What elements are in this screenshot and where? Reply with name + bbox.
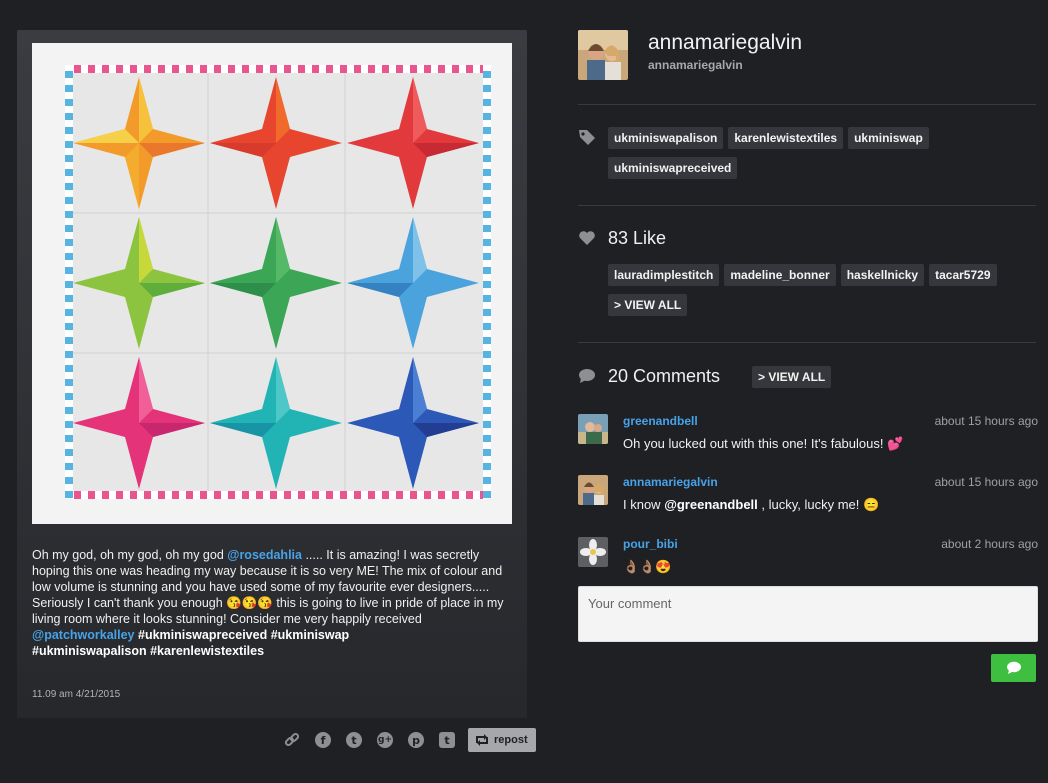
send-comment-button[interactable] xyxy=(991,654,1036,682)
post-card: Oh my god, oh my god, oh my god @rosedah… xyxy=(17,30,527,718)
twitter-icon[interactable]: t xyxy=(344,730,364,750)
emoji: 💕 xyxy=(887,436,904,451)
heart-icon xyxy=(578,229,596,247)
commenter-avatar[interactable] xyxy=(578,475,608,505)
facebook-icon[interactable]: f xyxy=(313,730,333,750)
comment-time: about 15 hours ago xyxy=(934,414,1038,428)
repost-icon xyxy=(476,734,488,746)
divider xyxy=(578,205,1036,206)
share-row: f t g+ p t repost xyxy=(282,728,536,752)
googleplus-icon[interactable]: g+ xyxy=(375,730,395,750)
comment-time: about 2 hours ago xyxy=(941,537,1038,551)
post-image[interactable] xyxy=(32,43,512,524)
tag-pill[interactable]: ukminiswapalison xyxy=(608,127,724,149)
likes-list: lauradimplestitch madeline_bonner haskelln… xyxy=(608,264,1038,324)
post-caption: Oh my god, oh my god, oh my god @rosedah… xyxy=(32,547,512,659)
liker-pill[interactable]: lauradimplestitch xyxy=(608,264,720,286)
comment-time: about 15 hours ago xyxy=(934,475,1038,489)
comment-text: 👌🏽👌🏽😍 xyxy=(623,559,672,574)
profile-handle[interactable]: annamariegalvin xyxy=(648,58,743,72)
mention-link[interactable]: @patchworkalley xyxy=(32,628,135,642)
comments-view-all-button[interactable]: > VIEW ALL xyxy=(752,366,836,396)
comment-text: Oh you lucked out with this one! It's fa… xyxy=(623,436,904,451)
emoji: 😑 xyxy=(863,497,880,512)
tag-pill[interactable]: ukminiswap xyxy=(848,127,929,149)
commenter-avatar[interactable] xyxy=(578,537,608,567)
profile-avatar[interactable] xyxy=(578,30,628,80)
comment-item: pour_bibi about 2 hours ago 👌🏽👌🏽😍 xyxy=(578,537,1038,583)
comment-item: annamariegalvin about 15 hours ago I kno… xyxy=(578,475,1038,521)
commenter-username[interactable]: greenandbell xyxy=(623,414,698,428)
commenter-username[interactable]: annamariegalvin xyxy=(623,475,718,489)
tag-pill[interactable]: ukminiswapreceived xyxy=(608,157,738,179)
link-icon[interactable] xyxy=(282,730,302,750)
comment-input[interactable] xyxy=(578,586,1038,642)
quilt-image xyxy=(32,43,512,524)
tumblr-icon[interactable]: t xyxy=(437,730,457,750)
hashtag-link[interactable]: #karenlewistextiles xyxy=(147,644,264,658)
profile-name[interactable]: annamariegalvin xyxy=(648,31,802,55)
caption-text: Oh my god, oh my god, oh my god xyxy=(32,548,228,562)
comment-item: greenandbell about 15 hours ago Oh you l… xyxy=(578,414,1038,460)
hashtag-link[interactable]: #ukminiswapalison xyxy=(32,644,147,658)
divider xyxy=(578,104,1036,105)
comment-text: I know @greenandbell , lucky, lucky me! … xyxy=(623,497,880,512)
likes-count: 83 Like xyxy=(608,228,667,248)
repost-button[interactable]: repost xyxy=(468,728,536,752)
tag-icon xyxy=(578,128,596,146)
commenter-avatar[interactable] xyxy=(578,414,608,444)
comment-bubble-icon xyxy=(578,367,596,385)
likes-view-all-button[interactable]: > VIEW ALL xyxy=(608,294,688,316)
repost-label: repost xyxy=(494,734,528,746)
view-all-label: > VIEW ALL xyxy=(752,366,832,388)
tags-list: ukminiswapalison karenlewistextiles ukmini… xyxy=(608,127,1038,187)
divider xyxy=(578,342,1036,343)
hashtag-link[interactable]: #ukminiswapreceived xyxy=(135,628,267,642)
emoji: 😘😘😘 xyxy=(226,596,273,610)
liker-pill[interactable]: madeline_bonner xyxy=(724,264,836,286)
liker-pill[interactable]: tacar5729 xyxy=(929,264,997,286)
comments-count: 20 Comments xyxy=(608,366,721,386)
chat-bubble-icon xyxy=(1006,661,1021,674)
commenter-username[interactable]: pour_bibi xyxy=(623,537,678,551)
mention-link[interactable]: @rosedahlia xyxy=(227,548,302,562)
hashtag-link[interactable]: #ukminiswap xyxy=(267,628,350,642)
pinterest-icon[interactable]: p xyxy=(406,730,426,750)
post-date: 11.09 am 4/21/2015 xyxy=(32,689,121,700)
liker-pill[interactable]: haskellnicky xyxy=(840,264,925,286)
mention-link[interactable]: @greenandbell xyxy=(664,497,758,512)
tag-pill[interactable]: karenlewistextiles xyxy=(728,127,844,149)
